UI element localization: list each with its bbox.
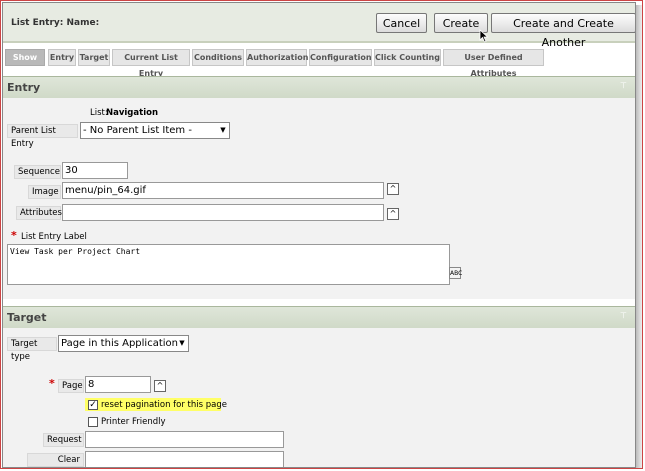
request-label: Request xyxy=(43,433,84,447)
tab-configuration[interactable]: Configuration xyxy=(309,49,372,66)
chevron-down-icon: ▼ xyxy=(220,126,226,134)
clear-cache-label: Clear Cache xyxy=(27,453,84,467)
image-label: Image xyxy=(28,185,61,199)
parent-list-entry-select[interactable]: - No Parent List Item - ▼ xyxy=(80,122,230,139)
top-icon[interactable]: ⊤ xyxy=(620,311,627,320)
target-type-value: Page in this Application xyxy=(61,338,178,349)
up-arrow-expand-icon[interactable]: ^ xyxy=(387,183,399,195)
target-section-title: Target xyxy=(7,311,47,324)
required-asterisk: * xyxy=(11,229,17,242)
page-input[interactable]: 8 xyxy=(85,376,151,393)
list-value: Navigation xyxy=(106,108,158,118)
target-section-header: Target ⊤ xyxy=(3,306,635,329)
tab-entry[interactable]: Entry xyxy=(48,49,76,66)
spellcheck-icon[interactable]: ABC xyxy=(449,267,462,279)
top-icon[interactable]: ⊤ xyxy=(620,81,627,90)
page-label: Page xyxy=(58,379,84,393)
target-section-body: Target type Page in this Application ▼ *… xyxy=(3,328,635,467)
clear-cache-input[interactable] xyxy=(85,451,284,467)
page-required: * xyxy=(49,377,55,390)
reset-pagination-checkbox[interactable]: ✓ xyxy=(88,400,98,410)
up-arrow-expand-icon[interactable]: ^ xyxy=(154,380,166,392)
sequence-label: Sequence xyxy=(14,165,61,179)
tab-authorization[interactable]: Authorization xyxy=(246,49,308,66)
attributes-label: Attributes xyxy=(16,206,62,220)
image-input[interactable]: menu/pin_64.gif xyxy=(62,182,384,199)
header-label: List Entry: Name: xyxy=(11,18,100,28)
reset-pagination-label: reset pagination for this page xyxy=(101,400,228,410)
tab-user-defined-attributes[interactable]: User Defined Attributes xyxy=(443,49,544,78)
entry-section-title: Entry xyxy=(7,81,41,94)
page-container: List Entry: Name: Cancel Create Create a… xyxy=(2,2,636,468)
printer-friendly-label: Printer Friendly xyxy=(101,417,166,427)
attributes-input[interactable] xyxy=(62,204,384,221)
window-frame: List Entry: Name: Cancel Create Create a… xyxy=(0,0,643,469)
window-shadow xyxy=(636,5,642,468)
tab-target[interactable]: Target xyxy=(78,49,110,66)
tab-conditions[interactable]: Conditions xyxy=(192,49,244,66)
target-type-select[interactable]: Page in this Application ▼ xyxy=(58,335,189,352)
cancel-button[interactable]: Cancel xyxy=(376,13,427,33)
create-and-create-another-button[interactable]: Create and Create Another xyxy=(491,13,635,49)
required-marker: * xyxy=(11,229,17,242)
request-input[interactable] xyxy=(85,431,284,448)
mouse-pointer-icon xyxy=(479,29,489,43)
tab-show-all[interactable]: Show All xyxy=(5,49,45,78)
entry-section-header: Entry ⊤ xyxy=(3,76,635,99)
parent-list-entry-value: - No Parent List Item - xyxy=(83,125,192,136)
tab-bar: Show All Entry Target Current List Entry… xyxy=(3,49,635,78)
tab-current-list-entry[interactable]: Current List Entry xyxy=(112,49,190,78)
sequence-input[interactable]: 30 xyxy=(62,162,128,179)
list-entry-label-textarea[interactable]: View Task per Project Chart xyxy=(7,244,450,285)
parent-list-entry-label: Parent List Entry xyxy=(7,124,78,149)
chevron-down-icon: ▼ xyxy=(179,339,185,347)
required-asterisk: * xyxy=(49,377,55,390)
page-header: List Entry: Name: Cancel Create Create a… xyxy=(3,3,635,49)
entry-section-body: List: Navigation Parent List Entry - No … xyxy=(3,98,635,299)
list-entry-label-label: List Entry Label xyxy=(21,232,87,242)
up-arrow-expand-icon[interactable]: ^ xyxy=(387,208,399,220)
tab-click-counting[interactable]: Click Counting xyxy=(374,49,441,66)
target-type-label: Target type xyxy=(7,337,57,362)
printer-friendly-checkbox[interactable] xyxy=(88,417,98,427)
